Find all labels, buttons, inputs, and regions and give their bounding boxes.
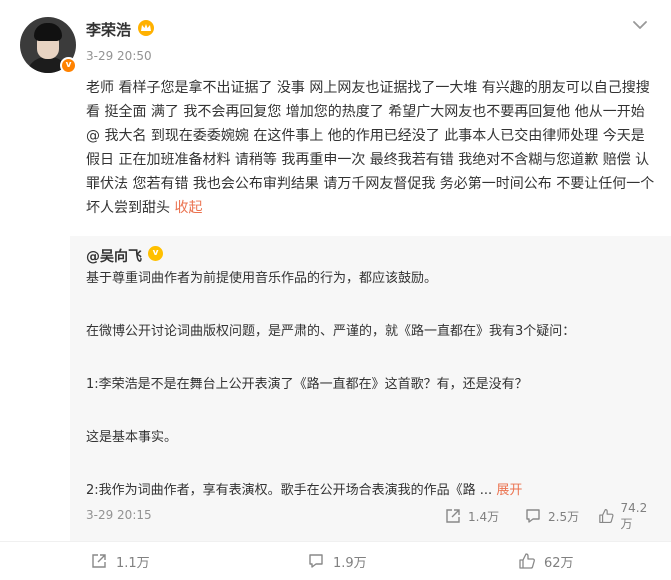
repost-paragraph: 这是基本事实。: [86, 430, 178, 445]
repost-timestamp[interactable]: 3-29 20:15: [86, 508, 152, 522]
chevron-down-icon[interactable]: [630, 18, 650, 32]
avatar[interactable]: v: [20, 17, 77, 74]
post-timestamp[interactable]: 3-29 20:50: [86, 49, 152, 63]
share-icon: [446, 509, 460, 523]
repost-footer: 3-29 20:15 1.4万 2.5万 74.2万: [86, 501, 656, 531]
username[interactable]: 李荣浩: [86, 19, 131, 40]
comment-icon: [526, 509, 540, 523]
like-count: 62万: [544, 555, 574, 571]
repost-paragraph-text: 2:我作为词曲作者，享有表演权。歌手在公开场合表演我的作品《路 ...: [86, 483, 493, 498]
repost-body: 基于尊重词曲作者为前提使用音乐作品的行为，都应该鼓励。 在微博公开讨论词曲版权问…: [86, 266, 656, 505]
repost-comment-count[interactable]: 2.5万: [524, 504, 579, 528]
comment-count: 1.9万: [333, 555, 367, 571]
crown-icon[interactable]: [137, 19, 155, 37]
comment-icon: [309, 554, 323, 568]
repost-paragraph: 在微博公开讨论词曲版权问题，是严肃的、严谨的，就《路一直都在》我有3个疑问：: [86, 324, 576, 339]
like-icon: [519, 553, 535, 569]
post-body: 老师 看样子您是拿不出证据了 没事 网上网友也证据找了一大堆 有兴趣的朋友可以自…: [86, 76, 658, 220]
repost-card[interactable]: @吴向飞 v 基于尊重词曲作者为前提使用音乐作品的行为，都应该鼓励。 在微博公开…: [70, 236, 671, 541]
repost-like-count[interactable]: 74.2万: [598, 501, 656, 531]
repost-share-count[interactable]: 1.4万: [444, 504, 499, 528]
action-bar: 1.1万 1.9万 62万: [0, 542, 671, 580]
comment-count: 2.5万: [548, 509, 580, 524]
like-button[interactable]: 62万: [518, 549, 574, 573]
share-icon: [92, 554, 106, 568]
post-text: 老师 看样子您是拿不出证据了 没事 网上网友也证据找了一大堆 有兴趣的朋友可以自…: [86, 80, 655, 216]
gold-verified-icon: v: [148, 246, 163, 261]
post-header: v 李荣浩 3-29 20:50: [0, 0, 671, 80]
verified-badge-icon: v: [60, 57, 77, 74]
repost-paragraph-last: 2:我作为词曲作者，享有表演权。歌手在公开场合表演我的作品《路 ... 展开: [86, 478, 656, 505]
repost-count: 1.1万: [116, 555, 150, 571]
collapse-link[interactable]: 收起: [174, 200, 202, 216]
repost-paragraph: 1:李荣浩是不是在舞台上公开表演了《路一直都在》这首歌？有，还是没有？: [86, 377, 528, 392]
repost-button[interactable]: 1.1万: [90, 549, 150, 573]
repost-paragraph: 基于尊重词曲作者为前提使用音乐作品的行为，都应该鼓励。: [86, 271, 438, 286]
like-count: 74.2万: [620, 500, 648, 531]
share-count: 1.4万: [468, 509, 500, 524]
repost-author[interactable]: @吴向飞: [86, 246, 142, 266]
like-icon: [599, 508, 614, 524]
expand-link[interactable]: 展开: [496, 483, 522, 498]
comment-button[interactable]: 1.9万: [307, 549, 367, 573]
